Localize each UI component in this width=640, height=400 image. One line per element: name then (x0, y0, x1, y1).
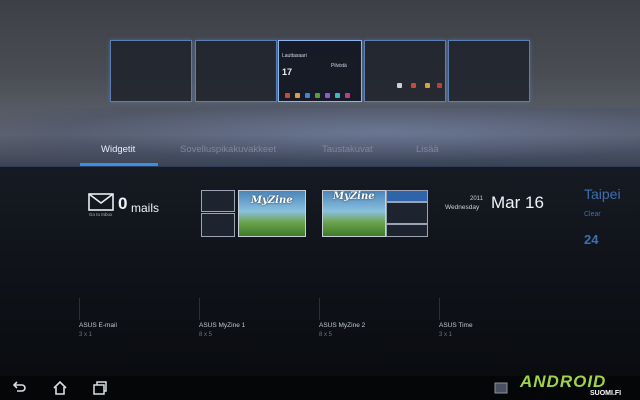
weather-city[interactable]: Taipei (584, 186, 621, 202)
widget-column-divider (79, 298, 80, 320)
thumb-app-icon (325, 93, 330, 98)
go-to-inbox-label: Go to Inbox (89, 212, 113, 217)
thumb-app-icon (425, 83, 430, 88)
myzine1-mini-panel[interactable] (201, 190, 235, 212)
myzine2-mini-panel[interactable] (386, 202, 428, 224)
home-screen-thumb-3[interactable]: Lauttasaari 17 Pilvistä (278, 40, 362, 102)
androidsuomi-logo-sub: SUOMI.FI (590, 390, 622, 397)
thumb-app-icon (335, 93, 340, 98)
thumb-weather-label: Pilvistä (331, 63, 347, 69)
myzine2-mini-panel[interactable] (386, 224, 428, 237)
tab-widgetit[interactable]: Widgetit (101, 144, 135, 155)
widget-column-divider (319, 298, 320, 320)
email-word[interactable]: mails (131, 201, 159, 215)
envelope-icon[interactable] (88, 193, 114, 211)
myzine1-preview[interactable]: MyZine (238, 190, 306, 237)
thumb-app-icon (285, 93, 290, 98)
email-count[interactable]: 0 (118, 194, 127, 214)
tab-lisaa[interactable]: Lisää (416, 144, 439, 155)
myzine2-mini-panel[interactable] (386, 190, 428, 202)
thumb-app-icon (295, 93, 300, 98)
time-date[interactable]: Mar 16 (491, 193, 544, 213)
widget-size-asus-myzine-2: 8 x 5 (319, 332, 333, 338)
myzine-logo: MyZine (333, 191, 375, 202)
widget-label-asus-myzine-1[interactable]: ASUS MyZine 1 (199, 322, 245, 329)
home-screen-thumb-5[interactable] (448, 40, 530, 102)
widget-column-divider (439, 298, 440, 320)
thumb-app-icon (397, 83, 402, 88)
home-icon[interactable] (52, 380, 68, 396)
time-year[interactable]: 2011 (470, 196, 483, 202)
screenshot-icon[interactable] (494, 382, 508, 394)
widget-size-asus-time: 3 x 1 (439, 332, 453, 338)
widget-label-asus-time[interactable]: ASUS Time (439, 322, 473, 329)
widget-label-asus-email[interactable]: ASUS E-mail (79, 322, 117, 329)
myzine1-mini-panel[interactable] (201, 213, 235, 237)
thumb-app-icon (315, 93, 320, 98)
widget-label-asus-myzine-2[interactable]: ASUS MyZine 2 (319, 322, 365, 329)
myzine2-preview[interactable]: MyZine (322, 190, 386, 237)
time-weekday[interactable]: Wednesday (445, 204, 479, 211)
thumb-app-icon (305, 93, 310, 98)
widget-size-asus-myzine-1: 8 x 5 (199, 332, 213, 338)
home-screen-thumb-1[interactable] (110, 40, 192, 102)
back-icon[interactable] (11, 380, 27, 396)
tab-taustakuvat[interactable]: Taustakuvat (322, 144, 373, 155)
thumb-app-icon (411, 83, 416, 88)
tab-sovelluspikakuvakkeet[interactable]: Sovelluspikakuvakkeet (180, 144, 276, 155)
weather-temperature: 24 (584, 232, 599, 247)
androidsuomi-logo: ANDROID (520, 372, 607, 391)
weather-condition: Clear (584, 211, 601, 218)
thumb-city: Lauttasaari (282, 53, 307, 59)
thumb-temperature: 17 (282, 67, 293, 77)
widget-size-asus-email: 3 x 1 (79, 332, 93, 338)
recent-apps-icon[interactable] (92, 380, 108, 396)
thumb-app-icon (437, 83, 442, 88)
myzine-logo: MyZine (251, 195, 293, 206)
home-screen-thumb-4[interactable] (364, 40, 446, 102)
home-screen-thumb-2[interactable] (195, 40, 277, 102)
thumb-app-icon (345, 93, 350, 98)
widget-column-divider (199, 298, 200, 320)
